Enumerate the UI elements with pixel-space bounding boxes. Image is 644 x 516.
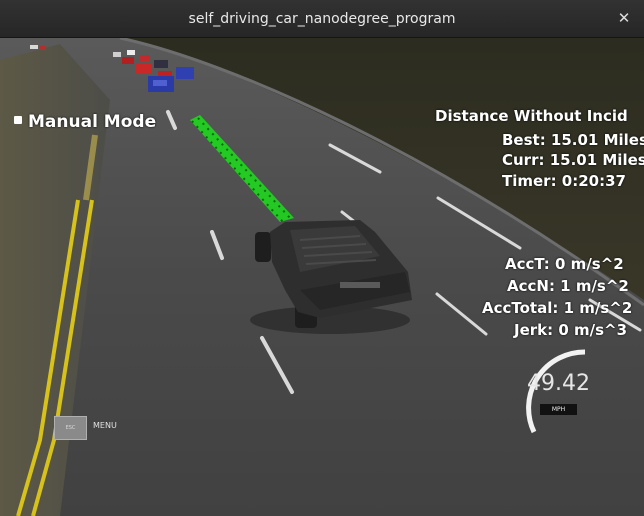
mode-indicator: Manual Mode (14, 112, 156, 132)
distance-title: Distance Without Incid (435, 107, 628, 125)
mode-label: Manual Mode (28, 112, 157, 132)
best-distance: Best: 15.01 Miles (502, 131, 644, 149)
current-distance: Curr: 15.01 Miles (502, 151, 644, 169)
app-window: self_driving_car_nanodegree_program ✕ Ma… (0, 0, 644, 516)
timer: Timer: 0:20:37 (502, 172, 626, 190)
menu-label: MENU (93, 421, 117, 430)
acc-total: AccTotal: 1 m/s^2 (482, 299, 633, 317)
esc-button[interactable]: ESC (54, 416, 87, 440)
acc-tangential: AccT: 0 m/s^2 (505, 255, 624, 273)
close-icon[interactable]: ✕ (614, 8, 634, 28)
jerk: Jerk: 0 m/s^3 (514, 321, 628, 339)
mode-checkbox-icon (14, 116, 22, 124)
title-bar: self_driving_car_nanodegree_program ✕ (0, 0, 644, 38)
speed-value: 49.42 (527, 371, 590, 396)
acc-normal: AccN: 1 m/s^2 (507, 277, 629, 295)
speed-unit: MPH (540, 404, 577, 415)
window-title: self_driving_car_nanodegree_program (188, 10, 456, 27)
